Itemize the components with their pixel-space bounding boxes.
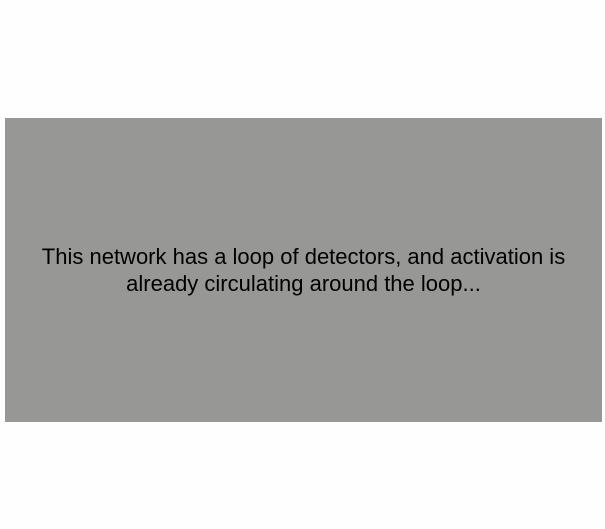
message-panel: This network has a loop of detectors, an…: [5, 118, 602, 422]
panel-message: This network has a loop of detectors, an…: [41, 244, 566, 296]
page: This network has a loop of detectors, an…: [0, 0, 605, 529]
